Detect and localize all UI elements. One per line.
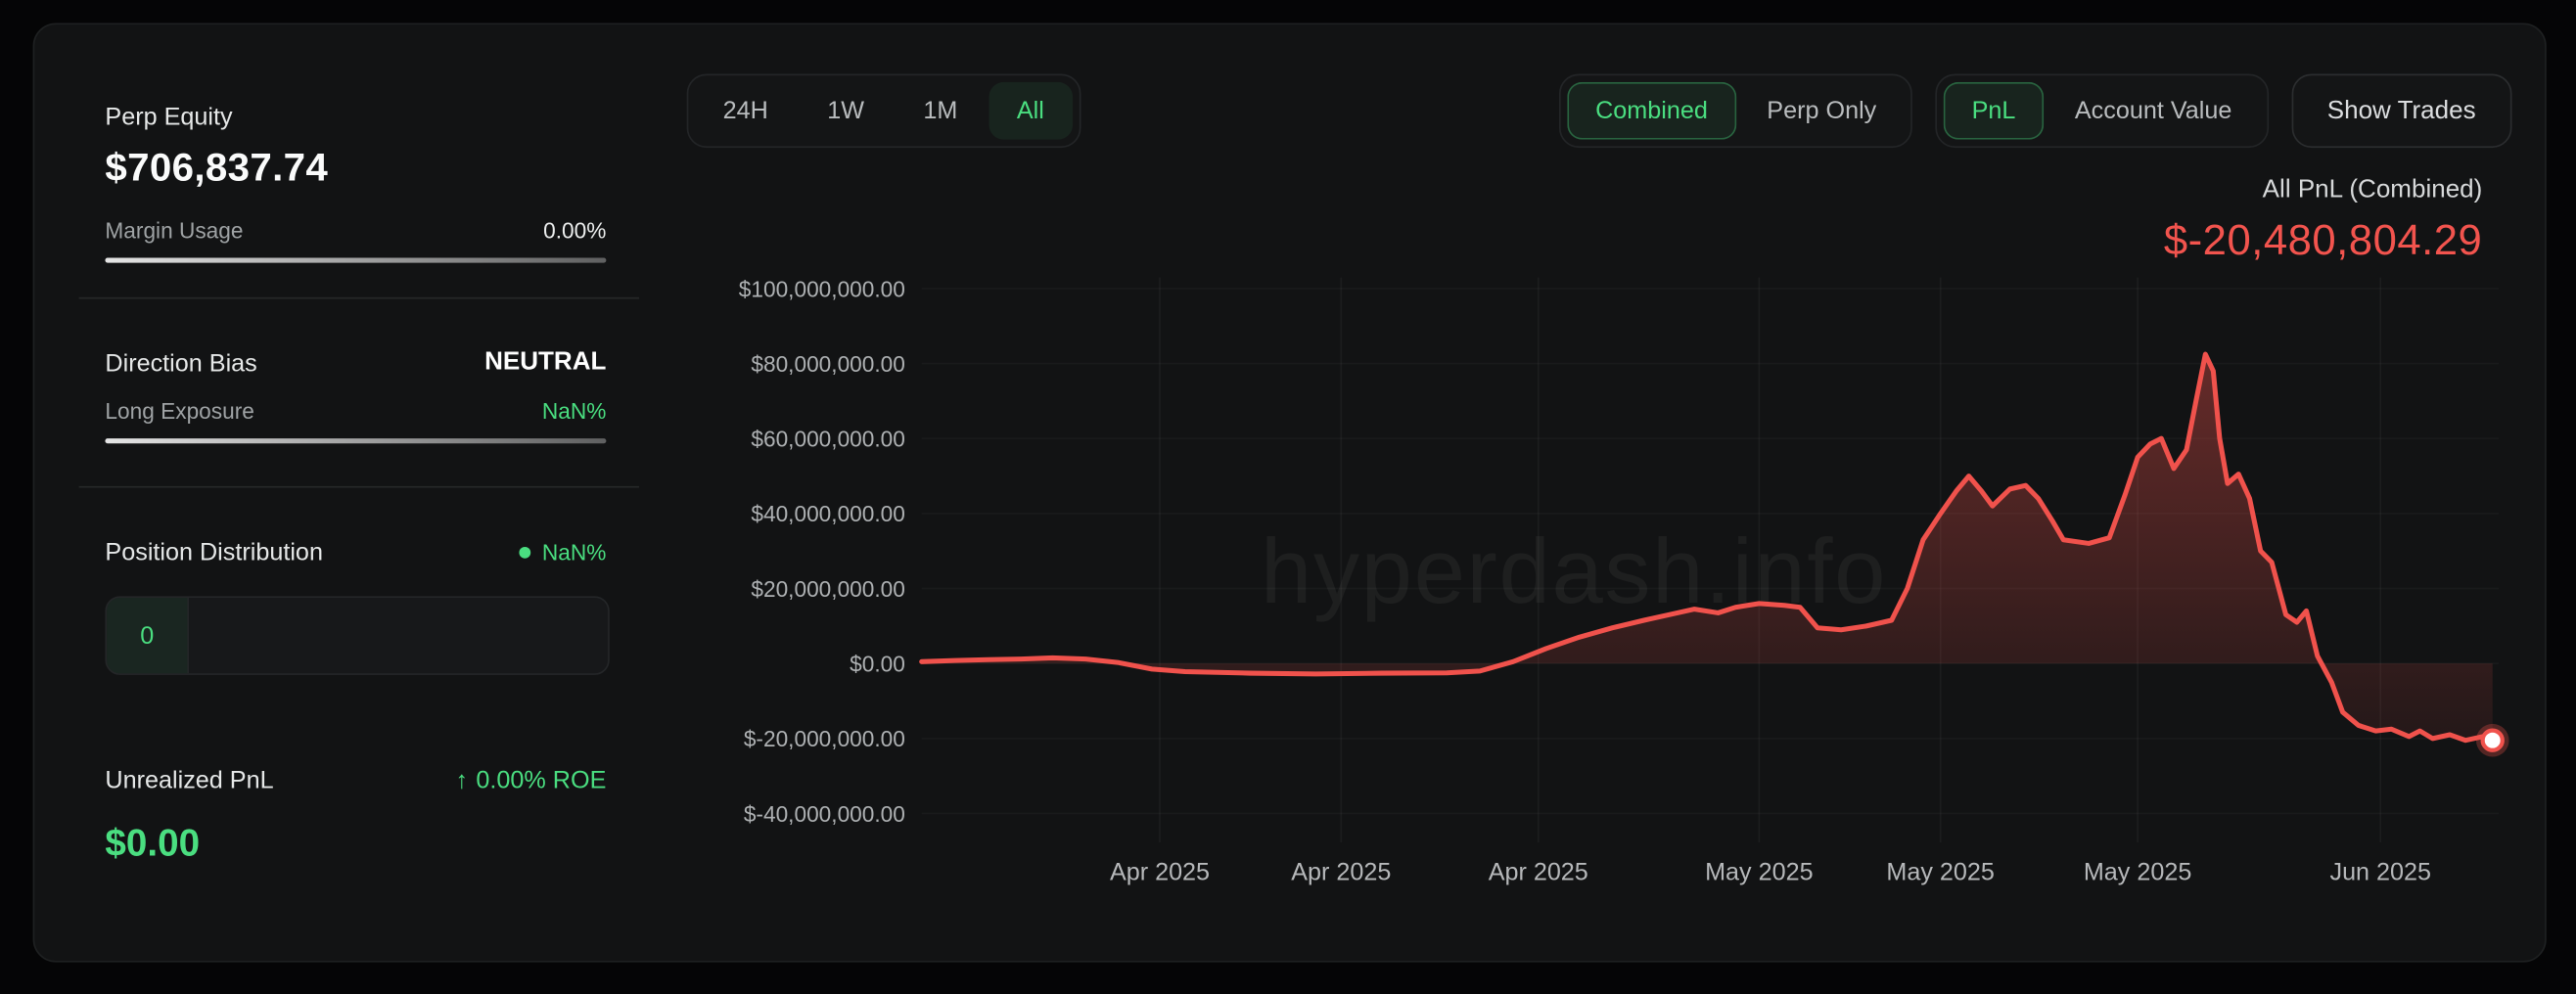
range-24h-button[interactable]: 24H <box>695 82 796 140</box>
scope-combined-button[interactable]: Combined <box>1568 82 1736 140</box>
metric-pnl-button[interactable]: PnL <box>1944 82 2044 140</box>
long-exposure-row: Long Exposure NaN% <box>105 399 606 424</box>
page: Perp Equity $706,837.74 Margin Usage 0.0… <box>0 0 2576 994</box>
pnl-value: $-20,480,804.29 <box>2164 217 2482 263</box>
green-dot-icon <box>519 547 530 559</box>
toolbar-right-cluster: Combined Perp Only PnL Account Value Sho… <box>1559 74 2511 149</box>
range-1m-button[interactable]: 1M <box>896 82 986 140</box>
direction-bias-row: Direction Bias NEUTRAL <box>105 348 606 378</box>
y-axis-label: $-40,000,000.00 <box>744 801 905 827</box>
scope-perp-only-button[interactable]: Perp Only <box>1739 82 1905 140</box>
y-axis-label: $40,000,000.00 <box>751 501 905 526</box>
y-axis-label: $0.00 <box>850 652 905 677</box>
dashboard-card: Perp Equity $706,837.74 Margin Usage 0.0… <box>33 23 2547 962</box>
y-axis-label: $20,000,000.00 <box>751 576 905 602</box>
position-distribution-bar: 0 <box>105 596 609 675</box>
x-axis-label: May 2025 <box>1705 859 1813 886</box>
y-axis-label: $100,000,000.00 <box>739 276 905 301</box>
direction-bias-value: NEUTRAL <box>484 348 606 378</box>
divider <box>79 297 639 299</box>
margin-usage-progressbar <box>105 258 606 263</box>
margin-usage-value: 0.00% <box>543 218 606 243</box>
pnl-chart[interactable]: $100,000,000.00 $80,000,000.00 $60,000,000… <box>687 264 2545 941</box>
show-trades-button[interactable]: Show Trades <box>2291 74 2512 149</box>
pnl-header: All PnL (Combined) $-20,480,804.29 <box>2164 177 2482 262</box>
direction-bias-label: Direction Bias <box>105 349 256 378</box>
divider <box>79 486 639 488</box>
metric-account-value-button[interactable]: Account Value <box>2047 82 2260 140</box>
x-axis-label: Apr 2025 <box>1291 859 1391 886</box>
pnl-area-fill <box>922 354 2493 741</box>
perp-equity-label: Perp Equity <box>105 104 232 132</box>
margin-usage-row: Margin Usage 0.00% <box>105 218 606 243</box>
arrow-up-icon: ↑ <box>455 767 468 795</box>
last-point-marker[interactable] <box>2483 731 2503 750</box>
range-all-button[interactable]: All <box>989 82 1072 140</box>
position-distribution-segment: 0 <box>107 598 189 673</box>
margin-usage-label: Margin Usage <box>105 218 243 243</box>
range-1w-button[interactable]: 1W <box>800 82 893 140</box>
position-distribution-value: NaN% <box>542 540 606 565</box>
metric-toggle-group: PnL Account Value <box>1936 74 2269 149</box>
y-axis-label: $60,000,000.00 <box>751 427 905 452</box>
long-exposure-value: NaN% <box>542 399 606 424</box>
long-exposure-progressbar <box>105 438 606 443</box>
position-distribution-label: Position Distribution <box>105 539 323 567</box>
roe-value: 0.00% ROE <box>476 767 606 795</box>
unrealized-pnl-label: Unrealized PnL <box>105 767 273 795</box>
x-axis-label: May 2025 <box>1886 859 1994 886</box>
y-axis-label: $-20,000,000.00 <box>744 726 905 751</box>
x-axis-label: Apr 2025 <box>1110 859 1210 886</box>
y-axis-label: $80,000,000.00 <box>751 351 905 377</box>
pnl-chart-container: hyperdash.info $100,000,000.00$80,000,00… <box>687 264 2545 941</box>
position-distribution-row: Position Distribution NaN% <box>105 539 606 567</box>
chart-toolbar: 24H 1W 1M All Combined Perp Only PnL Acc… <box>687 74 2512 149</box>
pnl-title: All PnL (Combined) <box>2164 177 2482 203</box>
perp-equity-value: $706,837.74 <box>105 146 328 192</box>
unrealized-pnl-value: $0.00 <box>105 821 200 865</box>
x-axis-label: Jun 2025 <box>2329 859 2431 886</box>
scope-toggle-group: Combined Perp Only <box>1559 74 1912 149</box>
x-axis-label: May 2025 <box>2084 859 2191 886</box>
unrealized-pnl-row: Unrealized PnL ↑ 0.00% ROE <box>105 767 606 795</box>
x-axis-label: Apr 2025 <box>1489 859 1588 886</box>
time-range-group: 24H 1W 1M All <box>687 74 1081 149</box>
position-distribution-empty <box>189 598 608 673</box>
long-exposure-label: Long Exposure <box>105 399 253 424</box>
